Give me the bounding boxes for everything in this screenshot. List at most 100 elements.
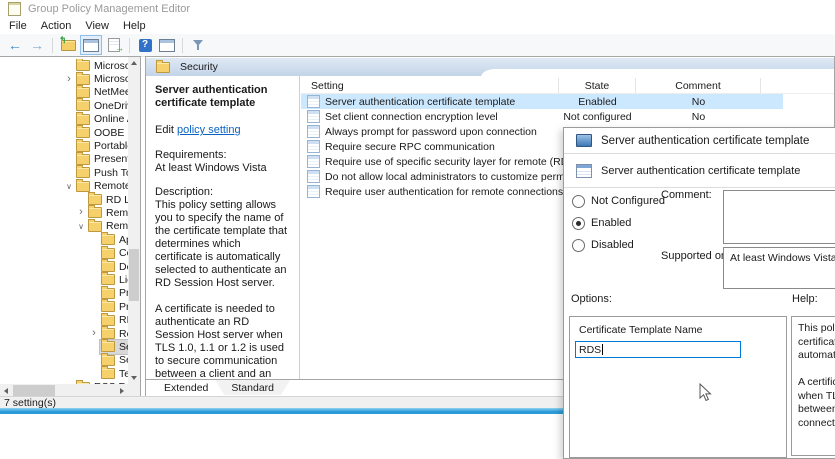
tree-item[interactable]: RD [0,313,128,326]
tree-item[interactable]: OneDrive [0,99,128,112]
setting-row[interactable]: Server authentication certificate templa… [301,94,834,109]
tree-item[interactable]: Ses [0,354,128,367]
tree-item[interactable]: OOBE [0,126,128,139]
menu-action[interactable]: Action [34,18,79,34]
options-group: Certificate Template Name RDS [569,316,787,458]
expander-icon[interactable] [75,207,87,218]
requirements-value: At least Windows Vista [155,162,290,175]
vertical-scroll-thumb[interactable] [129,249,139,301]
folder-icon [101,274,115,285]
help-text-line: between a [798,403,835,417]
column-comment[interactable]: Comment [636,78,761,93]
tree-item[interactable]: Remot [0,220,128,233]
tree-item[interactable]: RD Lic [0,193,128,206]
new-window-icon[interactable] [157,36,177,54]
expander-icon[interactable] [88,328,100,339]
forward-icon[interactable]: → [27,36,47,54]
window-titlebar[interactable]: Group Policy Management Editor [0,0,835,18]
tree-item-label: OneDrive [94,100,128,112]
tree-item[interactable]: Microsoft [0,72,128,85]
tree-item[interactable]: Pro [0,300,128,313]
filter-icon[interactable] [188,36,208,54]
folder-icon [101,315,115,326]
state-radio[interactable]: Not Configured [572,190,665,212]
folder-icon [76,181,90,192]
tree-item[interactable]: Portable C [0,139,128,152]
back-icon[interactable]: ← [5,36,25,54]
console-tree-icon[interactable] [80,35,102,55]
tree-item-body: Lic [100,273,128,286]
policy-icon [307,155,320,168]
triangle-left-icon [4,388,8,394]
folder-icon [101,328,115,339]
tree-item-body: RD [100,313,128,326]
state-radio[interactable]: Enabled [572,212,665,234]
tree-item[interactable]: Online Ass [0,113,128,126]
comment-textarea[interactable] [723,190,835,244]
requirements-label: Requirements: [155,149,290,162]
toolbar-separator[interactable] [182,38,183,53]
description-label: Description: [155,186,290,199]
expander-icon[interactable] [75,222,87,231]
help-icon[interactable]: ? [135,36,155,54]
tree-item-label: Remot [106,220,128,232]
tree-item[interactable]: Ap [0,233,128,246]
tree-item-label: Pro [119,301,128,313]
tree-vertical-scrollbar[interactable] [128,57,140,384]
console-tree-pane: Microsoft Microsoft NetMeetin OneDr [0,56,141,397]
tree-item[interactable]: Pri [0,287,128,300]
tree-item[interactable]: Lic [0,273,128,286]
scroll-up-button[interactable] [128,57,140,69]
description-paragraph: A certificate is needed to authenticate … [155,303,290,380]
tree-item[interactable]: Microsoft [0,59,128,72]
edit-policy-setting-link[interactable]: policy setting [177,124,241,136]
triangle-right-icon [120,388,124,394]
policy-title: Server authentication certificate templa… [155,84,290,110]
toolbar-separator[interactable] [129,38,130,53]
tree-item[interactable]: Presentati [0,153,128,166]
menu-file[interactable]: File [2,18,34,34]
folder-icon [101,301,115,312]
edit-prefix: Edit [155,124,177,136]
tree-item-body: OOBE [75,126,127,139]
tree-item[interactable]: Push To In [0,166,128,179]
expander-icon[interactable] [63,182,75,191]
tree-item[interactable]: Ter [0,367,128,380]
menu-view[interactable]: View [78,18,116,34]
tab-extended[interactable]: Extended [148,380,224,395]
state-radio[interactable]: Disabled [572,234,665,256]
policy-icon [307,95,320,108]
tree-item-label: RD [119,314,128,326]
tree-item[interactable]: Remot [0,206,128,219]
setting-name: Require secure RPC communication [325,141,495,153]
tree-item[interactable]: NetMeetin [0,86,128,99]
tree-item-body: RD Lic [87,193,128,206]
dialog-titlebar[interactable]: Server authentication certificate templa… [564,128,835,154]
column-state[interactable]: State [559,78,636,93]
folder-icon [88,194,102,205]
setting-row[interactable]: Set client connection encryption level N… [301,109,834,124]
folder-icon [88,221,102,232]
tab-standard[interactable]: Standard [215,380,290,395]
folder-icon [101,368,115,379]
tree-item[interactable]: Sec [0,340,128,353]
expander-icon[interactable] [63,74,75,85]
radio-icon[interactable] [572,239,585,252]
tree-item[interactable]: Co [0,246,128,259]
up-folder-icon[interactable] [58,36,78,54]
certificate-template-name-input[interactable]: RDS [575,341,741,358]
horizontal-scroll-thumb[interactable] [13,385,55,396]
tree-item-body: Remot [87,206,128,219]
export-list-icon[interactable] [104,36,124,54]
pane-header: Security [146,58,834,76]
menu-help[interactable]: Help [116,18,153,34]
tree-item[interactable]: De [0,260,128,273]
radio-icon[interactable] [572,195,585,208]
column-setting[interactable]: Setting [301,78,559,93]
toolbar-separator[interactable] [52,38,53,53]
scroll-down-button[interactable] [128,372,140,384]
radio-icon[interactable] [572,217,585,230]
help-panel[interactable]: This policycertificate tautomaticaA cert… [791,316,835,456]
tree-item[interactable]: Re [0,327,128,340]
tree-item[interactable]: Remote D [0,180,128,193]
